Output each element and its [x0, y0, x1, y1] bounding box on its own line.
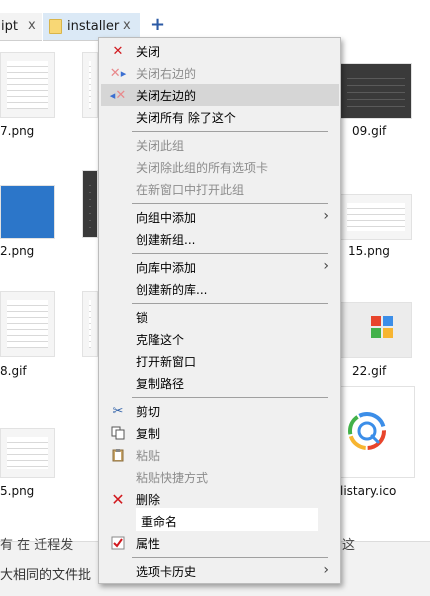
menu-item-label: 粘贴	[136, 449, 161, 463]
menu-item-create-group[interactable]: 创建新组...	[101, 228, 339, 250]
tab-label: installer	[67, 19, 120, 34]
menu-item-label: 克隆这个	[136, 333, 185, 347]
menu-item-label: 删除	[136, 493, 161, 507]
menu-item-add-to-group[interactable]: 向组中添加 ›	[101, 206, 339, 228]
menu-item-label: 向组中添加	[136, 211, 197, 225]
file-thumbnail[interactable]	[82, 52, 98, 118]
menu-separator	[132, 253, 328, 254]
menu-separator	[132, 131, 328, 132]
preview-text-line: 这	[342, 538, 356, 553]
menu-item-close-all-except[interactable]: 关闭所有 除了这个	[101, 106, 339, 128]
menu-item-label: 打开新窗口	[136, 355, 197, 369]
preview-text-line: 大相同的文件批	[0, 568, 92, 583]
menu-item-label: 关闭此组	[136, 139, 185, 153]
checkmark-properties-icon	[110, 535, 126, 551]
menu-item-close[interactable]: ✕ 关闭	[101, 40, 339, 62]
menu-item-label: 复制	[136, 427, 161, 441]
menu-item-label: 创建新组...	[136, 233, 196, 247]
chevron-right-icon: ›	[323, 562, 329, 578]
menu-separator	[132, 557, 328, 558]
menu-item-close-all-except-group: 关闭除此组的所有选项卡	[101, 156, 339, 178]
file-thumbnail[interactable]	[340, 63, 412, 119]
file-thumbnail[interactable]	[82, 170, 98, 238]
file-thumbnail[interactable]	[0, 185, 55, 239]
file-name[interactable]: 22.gif	[352, 364, 386, 378]
file-thumbnail[interactable]	[0, 52, 55, 118]
scissors-icon: ✂	[112, 403, 124, 419]
file-name[interactable]: 15.png	[348, 244, 390, 258]
menu-item-close-right: ✕ ▸ 关闭右边的	[101, 62, 339, 84]
menu-item-open-group-new-window: 在新窗口中打开此组	[101, 178, 339, 200]
menu-item-lock[interactable]: 锁	[101, 306, 339, 328]
tab-bar: ipt x installer x +	[0, 0, 430, 41]
menu-item-tab-history[interactable]: 选项卡历史 ›	[101, 560, 339, 582]
file-name[interactable]: listary.ico	[340, 484, 396, 498]
menu-item-close-group: 关闭此组	[101, 134, 339, 156]
tab-script[interactable]: ipt x	[0, 13, 42, 41]
menu-item-label: 关闭	[136, 45, 161, 59]
file-thumbnail[interactable]	[340, 194, 412, 240]
close-x-icon: ✕	[112, 43, 124, 59]
menu-separator	[132, 397, 328, 398]
rename-field[interactable]: 重命名	[136, 508, 318, 531]
rename-label: 重命名	[141, 515, 178, 529]
menu-item-copy-path[interactable]: 复制路径	[101, 372, 339, 394]
tab-label: ipt	[1, 19, 18, 34]
folder-icon	[49, 19, 62, 34]
tab-close-icon[interactable]: x	[123, 18, 131, 33]
menu-separator	[132, 203, 328, 204]
menu-item-label: 剪切	[136, 405, 161, 419]
tab-context-menu: ✕ 关闭 ✕ ▸ 关闭右边的 ◂ ✕ 关闭左边的 关闭所有 除了这个 关闭此组 关闭…	[98, 37, 341, 584]
menu-item-label: 属性	[136, 537, 161, 551]
menu-item-label: 粘贴快捷方式	[136, 471, 209, 485]
preview-text-line: 有 在 迁程发	[0, 538, 74, 553]
close-right-icon: ✕ ▸	[109, 65, 127, 81]
app-logo-icon	[371, 316, 393, 338]
menu-item-label: 关闭除此组的所有选项卡	[136, 161, 269, 175]
menu-item-copy[interactable]: 复制	[101, 422, 339, 444]
close-left-icon: ◂ ✕	[109, 87, 127, 103]
copy-icon	[110, 425, 126, 441]
menu-item-label: 锁	[136, 311, 149, 325]
chevron-right-icon: ›	[323, 258, 329, 274]
file-thumbnail[interactable]	[0, 428, 55, 478]
file-name[interactable]: 2.png	[0, 244, 34, 258]
menu-item-label: 在新窗口中打开此组	[136, 183, 245, 197]
menu-item-label: 选项卡历史	[136, 565, 197, 579]
file-name[interactable]: 09.gif	[352, 124, 386, 138]
menu-item-add-to-library[interactable]: 向库中添加 ›	[101, 256, 339, 278]
menu-item-label: 关闭所有 除了这个	[136, 111, 236, 125]
file-thumbnail[interactable]	[82, 291, 98, 357]
menu-item-open-new-window[interactable]: 打开新窗口	[101, 350, 339, 372]
menu-item-close-left[interactable]: ◂ ✕ 关闭左边的	[101, 84, 339, 106]
menu-item-paste-shortcut: 粘贴快捷方式	[101, 466, 339, 488]
file-thumbnail[interactable]	[0, 291, 55, 357]
file-name[interactable]: 5.png	[0, 484, 34, 498]
listary-icon	[348, 412, 386, 450]
menu-item-properties[interactable]: 属性	[101, 532, 339, 554]
menu-item-label: 关闭左边的	[136, 89, 197, 103]
menu-item-paste: 粘贴	[101, 444, 339, 466]
clipboard-icon	[110, 447, 126, 463]
menu-separator	[132, 303, 328, 304]
menu-item-label: 创建新的库...	[136, 283, 208, 297]
tab-close-icon[interactable]: x	[28, 18, 36, 33]
delete-x-icon: ✕	[111, 489, 125, 509]
menu-item-label: 向库中添加	[136, 261, 197, 275]
menu-item-cut[interactable]: ✂ 剪切	[101, 400, 339, 422]
file-name[interactable]: 8.gif	[0, 364, 27, 378]
menu-item-label: 关闭右边的	[136, 67, 197, 81]
file-name[interactable]: 7.png	[0, 124, 34, 138]
menu-item-label: 复制路径	[136, 377, 185, 391]
add-tab-icon[interactable]: +	[150, 14, 165, 35]
menu-item-create-library[interactable]: 创建新的库...	[101, 278, 339, 300]
menu-item-delete[interactable]: ✕ 删除	[101, 488, 339, 510]
chevron-right-icon: ›	[323, 208, 329, 224]
menu-item-clone[interactable]: 克隆这个	[101, 328, 339, 350]
